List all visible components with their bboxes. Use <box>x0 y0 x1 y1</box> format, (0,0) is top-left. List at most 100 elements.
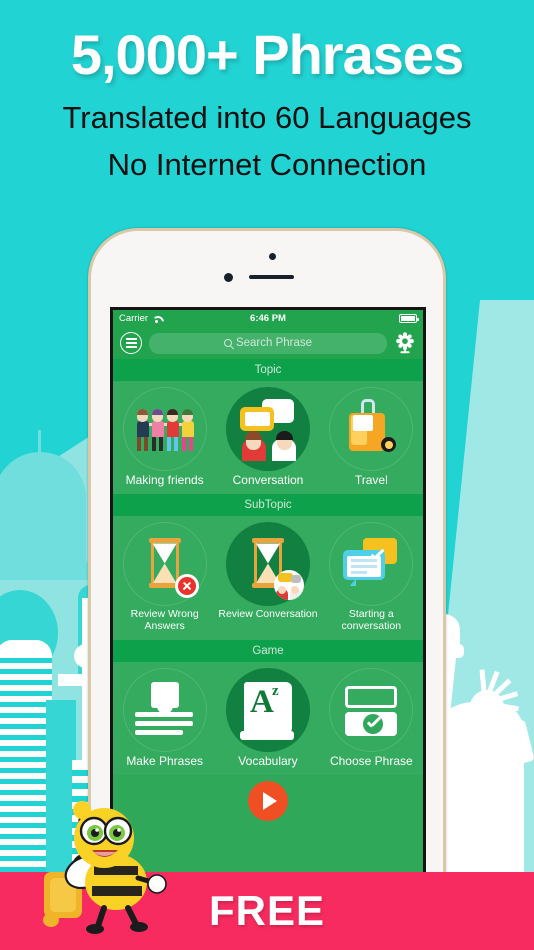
tile-label: Vocabulary <box>238 753 298 768</box>
head <box>182 409 194 422</box>
dome-base <box>0 562 102 580</box>
tile-label: Make Phrases <box>126 753 204 768</box>
hourglass-conversation-icon <box>225 522 310 607</box>
search-placeholder: Search Phrase <box>235 337 313 349</box>
hero-subtitle-2: No Internet Connection <box>107 146 427 182</box>
window-stripe <box>0 691 52 696</box>
play-icon[interactable] <box>248 781 288 822</box>
body <box>151 421 164 437</box>
window-stripe <box>0 680 52 685</box>
choose-phrase-icon <box>329 667 414 752</box>
section-header-subtopic: SubTopic <box>113 494 423 517</box>
check-icon <box>369 548 385 564</box>
tile-label: Review Conversation <box>218 608 318 621</box>
legs <box>167 437 179 451</box>
window-stripe <box>0 779 52 784</box>
conversation-art <box>236 397 300 461</box>
status-bar: Carrier 6:46 PM <box>113 310 423 327</box>
suitcase-icon <box>329 387 414 471</box>
tile-conversation[interactable]: Conversation <box>216 387 319 487</box>
person <box>136 409 149 451</box>
hourglass-error-icon <box>122 522 207 607</box>
choose-phrase-art <box>339 678 403 742</box>
app-nav-bar: Search Phrase <box>113 327 423 359</box>
letter-a: A <box>249 683 274 720</box>
hero-headings: 5,000+ Phrases Translated into 60 Langua… <box>0 0 534 182</box>
text-line <box>351 571 368 575</box>
gear-icon[interactable] <box>394 332 416 354</box>
phrase-line <box>134 711 193 717</box>
dome-icon <box>0 430 86 572</box>
game-row: Make Phrases A z Vocabulary Choose Phras… <box>113 661 423 776</box>
phrase-line <box>134 729 183 735</box>
search-icon <box>223 339 232 347</box>
bubble-inner <box>244 412 270 426</box>
tile-label: Choose Phrase <box>329 753 413 768</box>
hourglass-glass-bottom <box>152 563 177 584</box>
person <box>181 409 194 451</box>
window-stripe <box>0 735 52 740</box>
people-group-icon <box>122 387 207 471</box>
person <box>151 409 164 451</box>
window-stripe <box>0 724 52 729</box>
page-title: 5,000+ Phrases <box>70 23 464 86</box>
suitcase-art <box>339 397 403 461</box>
hourglass-glass-top <box>255 543 280 564</box>
letter-z: z <box>271 682 279 699</box>
window-stripe <box>0 713 52 718</box>
menu-line <box>125 346 137 348</box>
body <box>181 421 194 437</box>
tile-making-friends[interactable]: Making friends <box>113 387 216 487</box>
tile-review-wrong-answers[interactable]: Review Wrong Answers <box>113 522 216 633</box>
tile-label: Making friends <box>125 473 204 487</box>
speech-bubbles-icon <box>225 387 310 471</box>
window-stripe <box>0 669 52 674</box>
window-stripe <box>0 768 52 773</box>
sensor-icon <box>269 253 276 260</box>
make-phrases-icon <box>122 667 207 752</box>
topic-row: Making friends Conversation Travel <box>113 381 423 495</box>
bee-mascot-with-suitcase <box>42 786 172 936</box>
section-header-topic: Topic <box>113 359 423 381</box>
person-red-hair <box>244 431 262 440</box>
search-input[interactable]: Search Phrase <box>149 332 387 354</box>
text-line <box>351 565 378 569</box>
section-header-game: Game <box>113 639 423 662</box>
phrase-card <box>150 681 179 714</box>
tile-vocabulary[interactable]: A z Vocabulary <box>216 667 319 768</box>
subtopic-row: Review Wrong Answers Review Conversation… <box>113 516 423 640</box>
boarding-pass <box>353 415 374 431</box>
head <box>137 409 149 422</box>
hamburger-menu-icon[interactable] <box>120 332 142 354</box>
tile-starting-a-conversation[interactable]: Starting a conversation <box>320 522 423 633</box>
chat-check-icon <box>329 522 414 607</box>
tile-travel[interactable]: Travel <box>320 387 423 487</box>
tile-review-conversation[interactable]: Review Conversation <box>216 522 319 633</box>
tile-choose-phrase[interactable]: Choose Phrase <box>320 667 423 768</box>
hero-subtitle-1: Translated into 60 Languages <box>62 99 472 135</box>
status-bar-time: 6:46 PM <box>250 313 286 324</box>
hourglass-glass-top <box>152 543 177 564</box>
liberty-crown <box>452 669 524 735</box>
window-stripe <box>0 702 52 707</box>
free-label: FREE <box>208 887 325 934</box>
body <box>136 421 149 437</box>
legs <box>182 437 194 451</box>
tile-make-phrases[interactable]: Make Phrases <box>113 667 216 768</box>
people-group-art <box>133 397 197 461</box>
hourglass-art <box>133 532 199 599</box>
person-white-hair <box>275 431 293 440</box>
menu-line <box>125 338 137 340</box>
tile-label: Conversation <box>232 473 304 487</box>
chat-check-art <box>339 532 403 596</box>
speaker-grill <box>249 275 294 279</box>
make-phrases-art <box>133 678 197 742</box>
dictionary-book-icon: A z <box>225 667 310 752</box>
tile-label: Starting a conversation <box>341 608 402 633</box>
legs <box>137 437 149 451</box>
book-base <box>239 730 294 740</box>
battery-icon <box>399 314 419 323</box>
camera-icon <box>224 273 233 282</box>
head <box>152 409 164 422</box>
book-art: A z <box>236 678 300 742</box>
